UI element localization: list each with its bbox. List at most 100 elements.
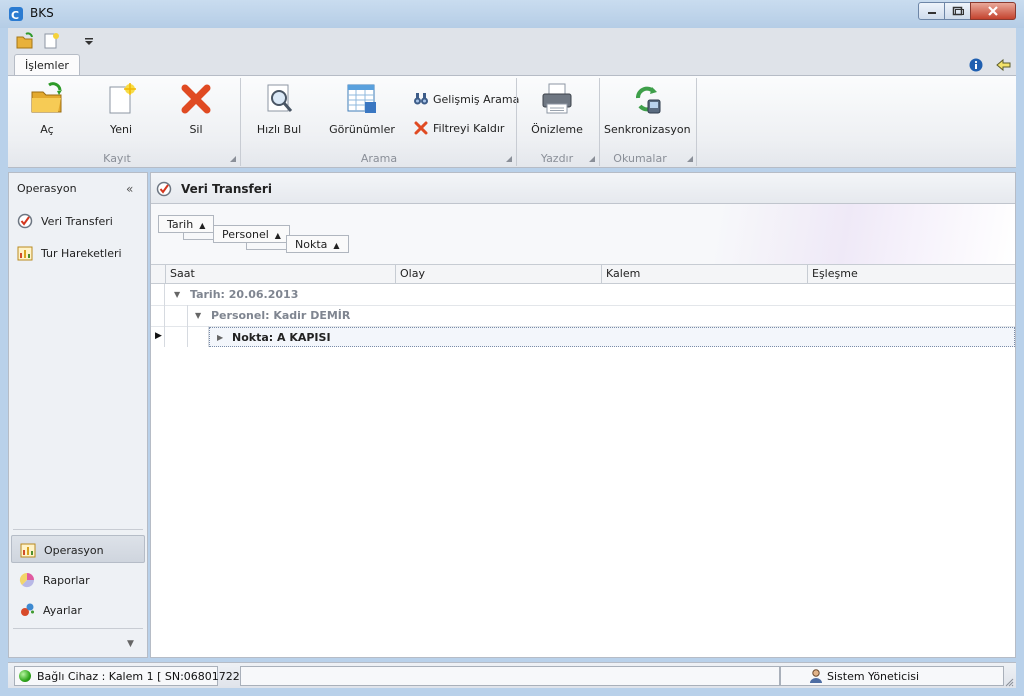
main-panel: Veri Transferi Tarih ▲ Personel ▲ Nokta ▲ S…	[150, 172, 1016, 658]
group-separator	[516, 78, 517, 166]
new-document-icon	[109, 83, 136, 114]
row-indicator	[151, 305, 165, 326]
nav-header: Operasyon «	[9, 173, 147, 203]
indent-cell	[167, 305, 188, 326]
views-grid-icon	[347, 84, 376, 113]
focused-row[interactable]: ▶ Nokta: A KAPISI	[209, 327, 1015, 347]
status-led-icon	[19, 670, 31, 682]
group-row-personel[interactable]: ▼ Personel: Kadir DEMİR	[151, 305, 1015, 327]
customize-dropdown-icon[interactable]	[82, 32, 100, 50]
group-chip-tarih[interactable]: Tarih ▲	[158, 215, 215, 233]
nav-overflow-chevron-icon[interactable]: ▼	[127, 639, 134, 649]
delete-button[interactable]: Sil	[161, 80, 231, 150]
nav-group-operasyon[interactable]: Operasyon	[11, 535, 145, 563]
group-separator	[599, 78, 600, 166]
column-header-kalem[interactable]: Kalem	[601, 265, 807, 283]
nav-title: Operasyon	[17, 182, 77, 195]
remove-filter-label: Filtreyi Kaldır	[433, 122, 505, 135]
quick-access-toolbar	[8, 28, 1016, 54]
nav-divider	[13, 529, 143, 530]
nav-item-tur-hareketleri[interactable]: Tur Hareketleri	[9, 241, 147, 265]
sync-button[interactable]: Senkronizasyon	[604, 80, 691, 150]
tab-islemler[interactable]: İşlemler	[14, 54, 80, 77]
grid-header: Saat Olay Kalem Eşleşme	[151, 264, 1015, 284]
quick-find-label: Hızlı Bul	[256, 123, 302, 136]
sort-ascending-icon: ▲	[274, 231, 281, 240]
arama-dialog-launcher-icon[interactable]	[506, 156, 512, 162]
nav-group-label: Raporlar	[43, 574, 90, 587]
maximize-button[interactable]	[944, 2, 971, 20]
group-chip-personel[interactable]: Personel ▲	[213, 225, 290, 243]
binoculars-icon	[414, 93, 428, 105]
advanced-search-label: Gelişmiş Arama	[433, 93, 520, 106]
expand-down-icon[interactable]: ▼	[174, 290, 180, 299]
group-separator	[696, 78, 697, 166]
row-indicator	[151, 284, 165, 305]
minimize-button[interactable]	[918, 2, 945, 20]
group-chip-label: Tarih	[167, 218, 194, 231]
user-name: Sistem Yöneticisi	[827, 670, 920, 683]
open-folder-icon[interactable]	[16, 32, 34, 50]
open-button[interactable]: Aç	[12, 80, 82, 150]
expand-down-icon[interactable]: ▼	[195, 311, 201, 320]
user-icon	[810, 669, 822, 683]
minimize-icon	[927, 12, 936, 14]
okumalar-dialog-launcher-icon[interactable]	[687, 156, 693, 162]
sort-ascending-icon: ▲	[333, 241, 340, 250]
column-header-eslesme[interactable]: Eşleşme	[807, 265, 1015, 283]
new-document-icon[interactable]	[42, 32, 60, 50]
nav-item-label: Veri Transferi	[41, 215, 113, 228]
title-bar: C BKS	[0, 0, 1024, 28]
advanced-search-button[interactable]: Gelişmiş Arama	[413, 90, 519, 110]
close-button[interactable]	[970, 2, 1016, 20]
current-row-arrow-icon: ▶	[155, 331, 162, 341]
settings-icon	[21, 603, 34, 616]
resize-grip-icon[interactable]	[1004, 677, 1014, 687]
svg-text:C: C	[11, 9, 19, 22]
column-header-olay[interactable]: Olay	[395, 265, 601, 283]
group-row-label: Tarih: 20.06.2013	[190, 288, 299, 301]
group-label-arama: Arama	[360, 152, 398, 165]
remove-filter-button[interactable]: Filtreyi Kaldır	[413, 119, 513, 139]
new-button[interactable]: Yeni	[86, 80, 156, 150]
kayit-dialog-launcher-icon[interactable]	[230, 156, 236, 162]
group-row-tarih[interactable]: ▼ Tarih: 20.06.2013	[151, 284, 1015, 306]
status-bar: Bağlı Cihaz : Kalem 1 [ SN:06801722 ] Si…	[8, 662, 1016, 688]
print-preview-icon	[542, 83, 572, 114]
group-label-kayit: Kayıt	[103, 152, 131, 165]
collapse-pane-icon[interactable]: «	[126, 182, 133, 196]
nav-group-label: Operasyon	[44, 544, 104, 557]
nav-item-veri-transferi[interactable]: Veri Transferi	[9, 209, 147, 233]
window-title: BKS	[30, 6, 54, 20]
navigation-pane: Operasyon « Veri Transferi Tur Hareketle…	[8, 172, 148, 658]
data-transfer-icon	[17, 213, 33, 229]
page-title: Veri Transferi	[181, 182, 272, 196]
row-indicator: ▶	[151, 326, 165, 347]
group-label-okumalar: Okumalar	[613, 152, 667, 165]
remove-filter-icon	[414, 121, 428, 135]
column-header-saat[interactable]: Saat	[165, 265, 395, 283]
print-preview-button[interactable]: Önizleme	[520, 80, 594, 150]
yazdir-dialog-launcher-icon[interactable]	[589, 156, 595, 162]
group-row-nokta[interactable]: ▶ ▶ Nokta: A KAPISI	[151, 326, 1015, 347]
quick-find-button[interactable]: Hızlı Bul	[244, 80, 314, 150]
sort-ascending-icon: ▲	[199, 221, 206, 230]
expand-right-icon[interactable]: ▶	[217, 333, 223, 342]
main-header: Veri Transferi	[151, 173, 1015, 204]
nav-group-ayarlar[interactable]: Ayarlar	[11, 596, 145, 624]
tour-chart-icon	[17, 246, 33, 261]
user-status: Sistem Yöneticisi	[780, 666, 1004, 686]
indent-cell	[188, 326, 209, 347]
views-label: Görünümler	[329, 123, 395, 136]
maximize-icon	[952, 6, 964, 16]
views-button[interactable]: Görünümler	[324, 80, 400, 150]
ribbon-tab-row: İşlemler	[8, 54, 1016, 77]
group-chip-nokta[interactable]: Nokta ▲	[286, 235, 349, 253]
group-by-panel: Tarih ▲ Personel ▲ Nokta ▲	[151, 204, 1015, 264]
device-status: Bağlı Cihaz : Kalem 1 [ SN:06801722 ]	[14, 666, 248, 686]
back-icon[interactable]	[996, 58, 1012, 72]
info-icon[interactable]	[969, 58, 983, 72]
delete-label: Sil	[189, 123, 203, 136]
nav-group-raporlar[interactable]: Raporlar	[11, 566, 145, 594]
indent-cell	[167, 326, 188, 347]
